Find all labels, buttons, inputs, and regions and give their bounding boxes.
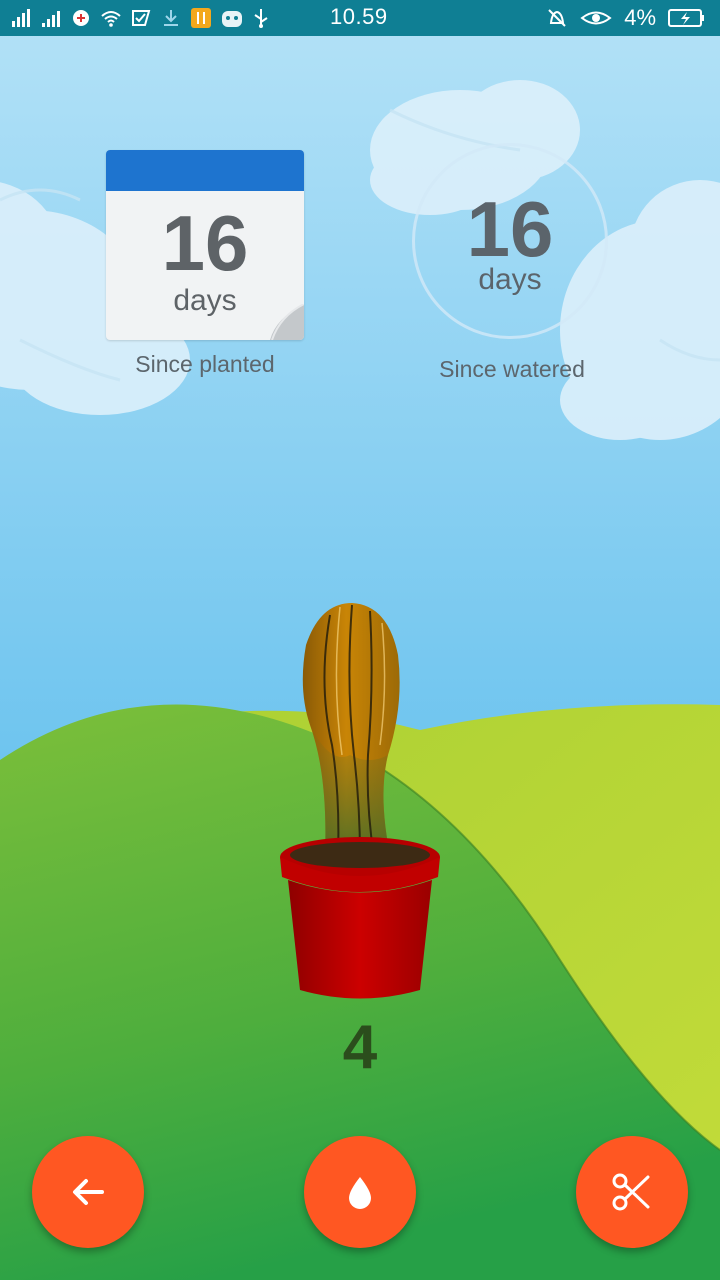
- page-curl-icon: [270, 304, 304, 340]
- status-bar: 10.59 4%: [0, 0, 720, 36]
- days-since-watered-count: 16: [466, 185, 554, 273]
- days-since-planted-card: 16 days: [106, 150, 304, 340]
- signal-icon: [40, 7, 62, 29]
- back-button[interactable]: [32, 1136, 144, 1248]
- plant-level: 4: [342, 1013, 378, 1082]
- check-app-icon: [130, 7, 152, 29]
- android-icon: [220, 7, 242, 29]
- prune-button[interactable]: [576, 1136, 688, 1248]
- tools-app-icon: [190, 7, 212, 29]
- arrow-left-icon: [73, 1179, 104, 1205]
- water-button[interactable]: [304, 1136, 416, 1248]
- signal-icon: [10, 7, 32, 29]
- water-drop-icon: [349, 1177, 371, 1209]
- days-since-watered-unit: days: [478, 263, 542, 296]
- status-time: 10.59: [330, 4, 388, 29]
- usb-icon: [250, 7, 272, 29]
- days-since-planted-count: 16: [161, 199, 249, 287]
- cactus-plant: [280, 603, 440, 999]
- vpn-icon: [70, 7, 92, 29]
- since-watered-caption: Since watered: [439, 356, 585, 382]
- since-planted-caption: Since planted: [135, 351, 275, 377]
- battery-percent: 4%: [624, 5, 656, 30]
- scissors-icon: [612, 1173, 650, 1211]
- battery-charging-icon: [668, 7, 706, 29]
- wifi-icon: [100, 7, 122, 29]
- bell-off-icon: [546, 7, 568, 29]
- calendar-header: [106, 150, 304, 191]
- days-since-watered-ring: 16 days: [412, 143, 608, 339]
- download-icon: [160, 7, 182, 29]
- eye-icon: [580, 7, 612, 29]
